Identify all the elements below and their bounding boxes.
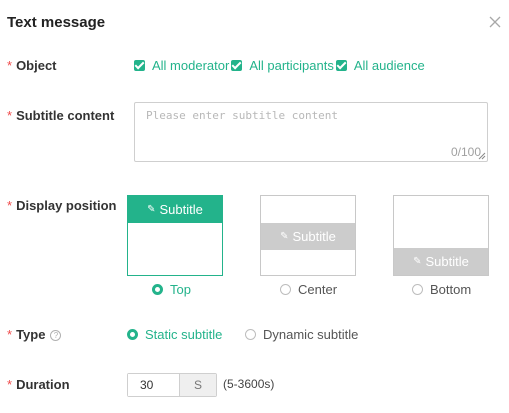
radio-static-subtitle[interactable]: Static subtitle — [127, 327, 222, 342]
megaphone-icon: ✎ — [280, 231, 289, 242]
subtitle-content-field: 0/100 — [134, 102, 488, 162]
duration-field: S — [127, 373, 217, 397]
checkbox-checked-icon[interactable] — [335, 60, 347, 71]
required-mark: * — [7, 377, 13, 392]
subtitle-preview-bar: ✎ Subtitle — [394, 248, 488, 275]
radio-position-center[interactable]: Center — [280, 282, 337, 297]
duration-label: * Duration — [7, 377, 70, 392]
type-label: * Type? — [7, 327, 62, 342]
position-preview-center[interactable]: ✎ Subtitle — [260, 195, 356, 276]
required-mark: * — [7, 58, 13, 73]
required-mark: * — [7, 108, 13, 123]
checkbox-all-audience[interactable]: All audience — [335, 58, 426, 73]
duration-unit: S — [179, 374, 216, 396]
duration-input[interactable] — [128, 374, 179, 396]
checkbox-checked-icon[interactable] — [231, 60, 243, 71]
subtitle-content-label: * Subtitle content — [7, 108, 115, 123]
required-mark: * — [7, 198, 13, 213]
radio-selected-icon[interactable] — [127, 329, 138, 340]
radio-position-bottom[interactable]: Bottom — [412, 282, 471, 297]
megaphone-icon: ✎ — [413, 256, 422, 267]
position-preview-top[interactable]: ✎ Subtitle — [127, 195, 223, 276]
subtitle-content-textarea[interactable] — [135, 103, 487, 161]
duration-range-hint: (5-3600s) — [223, 377, 275, 391]
checkbox-all-moderator[interactable]: All moderator — [134, 58, 230, 73]
radio-unselected-icon[interactable] — [412, 284, 423, 295]
checkbox-checked-icon[interactable] — [134, 60, 145, 71]
megaphone-icon: ✎ — [147, 204, 156, 215]
checkbox-all-participants[interactable]: All participants — [231, 58, 335, 73]
radio-dynamic-subtitle[interactable]: Dynamic subtitle — [245, 327, 358, 342]
position-preview-bottom[interactable]: ✎ Subtitle — [393, 195, 489, 276]
radio-unselected-icon[interactable] — [280, 284, 291, 295]
resize-grip-icon[interactable] — [478, 152, 486, 160]
radio-selected-icon[interactable] — [152, 284, 163, 295]
dialog-title: Text message — [7, 14, 106, 31]
subtitle-preview-bar: ✎ Subtitle — [128, 196, 222, 223]
question-circle-icon[interactable]: ? — [50, 330, 62, 341]
required-mark: * — [7, 327, 13, 342]
character-counter: 0/100 — [450, 145, 481, 159]
radio-position-top[interactable]: Top — [152, 282, 191, 297]
object-label: * Object — [7, 58, 57, 73]
radio-unselected-icon[interactable] — [245, 329, 256, 340]
close-icon[interactable] — [488, 15, 502, 29]
display-position-label: * Display position — [7, 198, 117, 213]
subtitle-preview-bar: ✎ Subtitle — [261, 223, 355, 250]
object-checkbox-group: All moderator All participants All audie… — [134, 58, 427, 73]
